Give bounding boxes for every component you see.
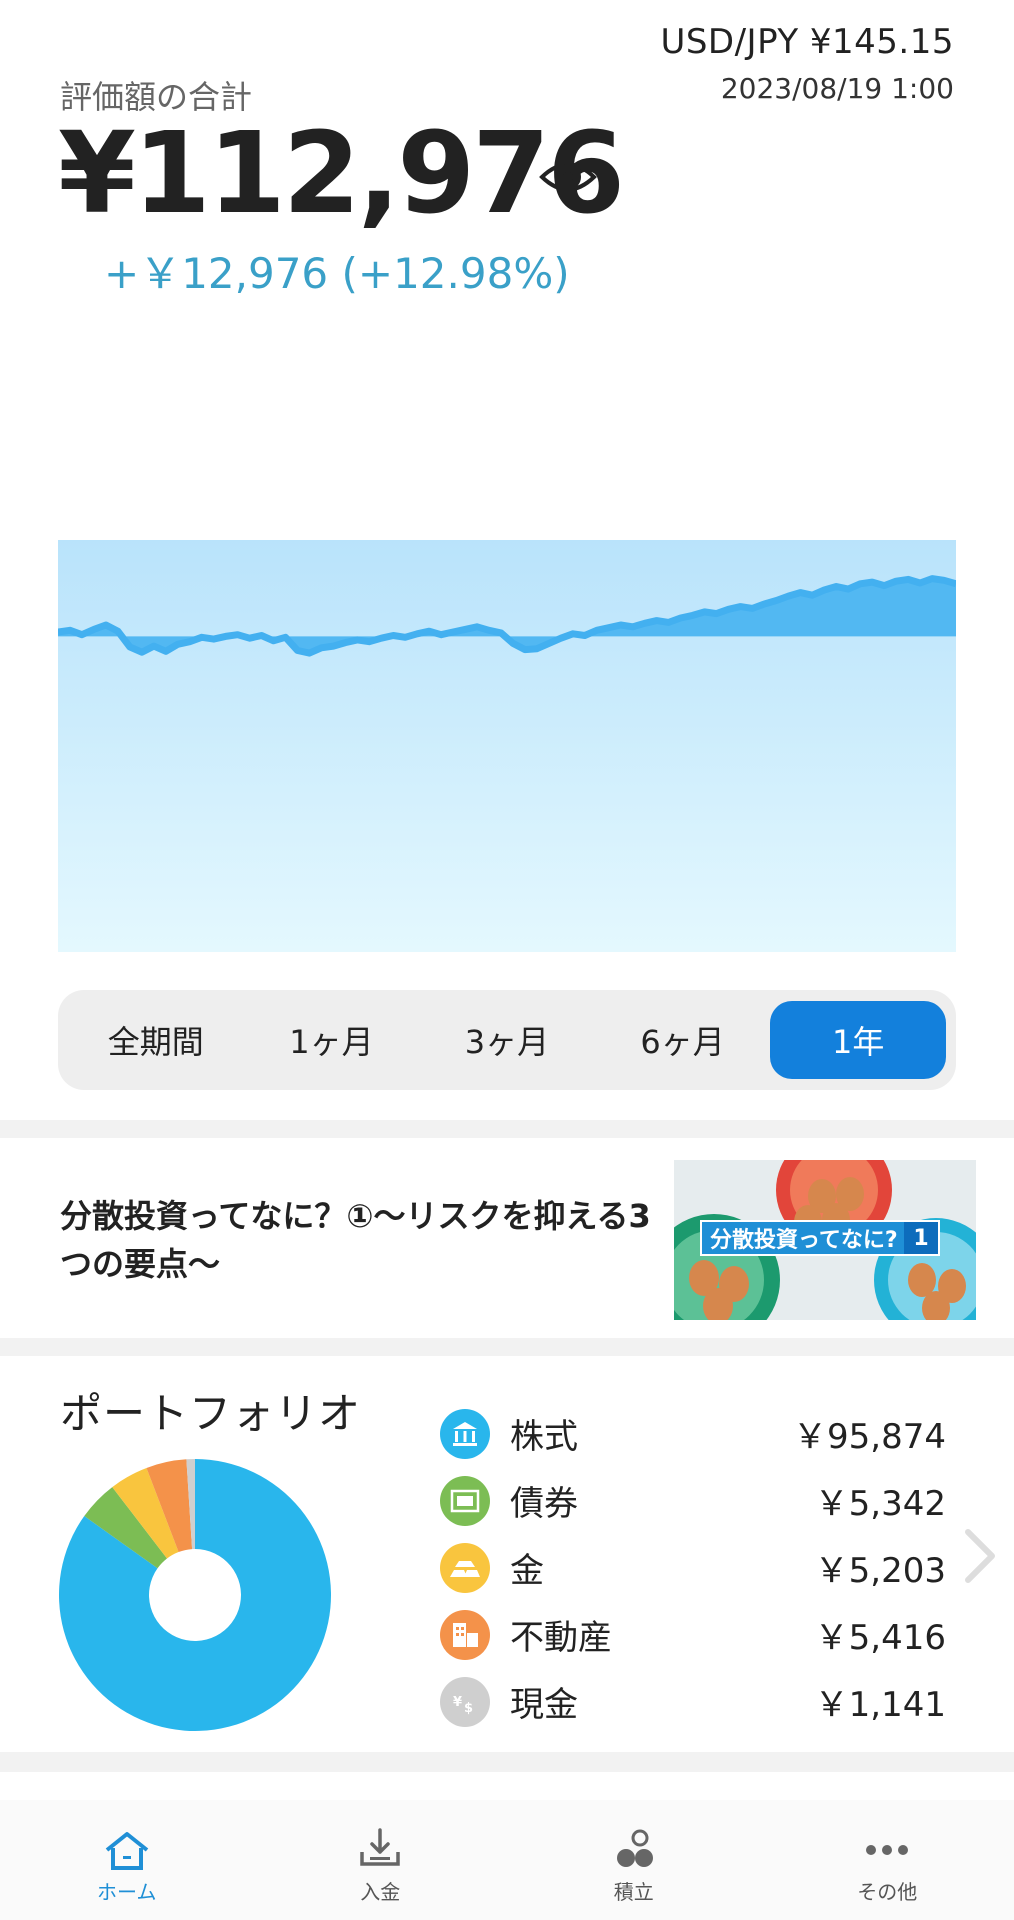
gold-bars-icon — [440, 1542, 490, 1593]
tab-label: 積立 — [613, 1880, 654, 1904]
cash-icon: ¥ $ — [440, 1676, 490, 1727]
section-divider — [0, 1120, 1014, 1138]
asset-name: 金 — [510, 1551, 544, 1591]
tab-home[interactable]: ホーム — [0, 1800, 254, 1920]
performance-chart — [58, 540, 956, 952]
asset-value: ￥95,874 — [793, 1417, 946, 1457]
asset-row[interactable]: 株式 ￥95,874 — [440, 1400, 946, 1467]
tab-deposit[interactable]: 入金 — [254, 1800, 508, 1920]
gain-text: +￥12,976 (+12.98%) — [104, 249, 570, 298]
savings-icon — [616, 1829, 653, 1867]
eye-icon — [539, 162, 597, 192]
article-thumbnail: 分散投資ってなに? 1 — [674, 1160, 976, 1320]
fx-rate: USD/JPY ¥145.15 — [660, 22, 954, 62]
section-divider — [0, 1752, 1014, 1772]
more-icon — [866, 1845, 909, 1855]
period-tab[interactable]: 1ヶ月 — [244, 1001, 420, 1079]
period-tab[interactable]: 3ヶ月 — [419, 1001, 595, 1079]
bank-icon — [440, 1408, 490, 1459]
svg-text:$: $ — [464, 1701, 473, 1716]
period-tab[interactable]: 6ヶ月 — [595, 1001, 771, 1079]
asset-value: ￥1,141 — [814, 1685, 946, 1725]
asset-value: ￥5,203 — [814, 1551, 946, 1591]
thumbnail-banner-number: 1 — [904, 1222, 938, 1254]
toggle-visibility-button[interactable] — [538, 152, 598, 202]
asset-name: 現金 — [510, 1685, 578, 1725]
asset-value: ￥5,342 — [814, 1484, 946, 1524]
svg-text:¥: ¥ — [453, 1695, 462, 1710]
tab-label: その他 — [857, 1880, 918, 1904]
period-tab[interactable]: 全期間 — [68, 1001, 244, 1079]
chevron-right-icon — [965, 1529, 995, 1583]
section-divider — [0, 1338, 1014, 1356]
bottom-tab-bar: ホーム 入金 積立 その他 — [0, 1800, 1014, 1920]
tab-label: ホーム — [97, 1880, 157, 1904]
asset-list: 株式 ￥95,874 債券 ￥5,342 金 ￥5,203 不動産 ￥5,416 ¥ $ 現金 ￥1,… — [440, 1400, 946, 1735]
portfolio-donut-chart — [58, 1459, 331, 1731]
bond-certificate-icon — [440, 1475, 490, 1526]
fx-timestamp: 2023/08/19 1:00 — [720, 72, 954, 105]
fx-panel: USD/JPY ¥145.15 2023/08/19 1:00 — [660, 22, 954, 105]
article-card[interactable]: 分散投資ってなに？①〜リスクを抑える3つの要点〜 分散投資ってなに? 1 — [0, 1142, 1014, 1338]
asset-name: 債券 — [510, 1484, 578, 1524]
thumbnail-banner-text: 分散投資ってなに? — [710, 1228, 898, 1253]
tab-more[interactable]: その他 — [761, 1800, 1014, 1920]
asset-row[interactable]: 金 ￥5,203 — [440, 1534, 946, 1601]
asset-value: ￥5,416 — [814, 1618, 946, 1658]
next-arrow-button[interactable] — [962, 1528, 998, 1584]
buildings-icon — [440, 1609, 490, 1660]
asset-name: 不動産 — [510, 1618, 612, 1658]
home-icon — [105, 1832, 148, 1870]
tab-savings[interactable]: 積立 — [507, 1800, 761, 1920]
portfolio-title: ポートフォリオ — [60, 1389, 362, 1438]
tab-label: 入金 — [360, 1880, 401, 1904]
asset-row[interactable]: 債券 ￥5,342 — [440, 1467, 946, 1534]
deposit-icon — [360, 1828, 400, 1866]
article-title: 分散投資ってなに？①〜リスクを抑える3つの要点〜 — [60, 1197, 651, 1283]
asset-name: 株式 — [510, 1417, 578, 1457]
thumbnail-banner: 分散投資ってなに? 1 — [700, 1220, 940, 1256]
asset-row[interactable]: ¥ $ 現金 ￥1,141 — [440, 1668, 946, 1735]
asset-row[interactable]: 不動産 ￥5,416 — [440, 1601, 946, 1668]
period-selector: 全期間 1ヶ月 3ヶ月 6ヶ月 1年 — [58, 990, 956, 1090]
period-tab[interactable]: 1年 — [770, 1001, 946, 1079]
